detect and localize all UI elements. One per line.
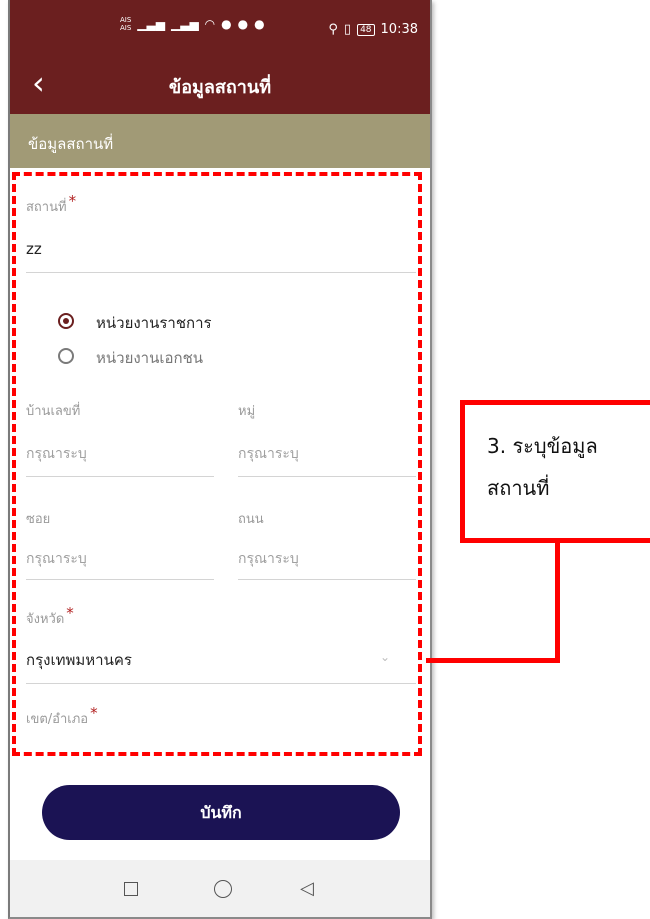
battery-icon: 48 bbox=[357, 23, 375, 36]
carrier-labels: AIS AIS bbox=[120, 16, 131, 32]
clock: 10:38 bbox=[380, 22, 418, 37]
android-nav-bar: ◁ bbox=[10, 860, 430, 917]
signal-2-icon: ▁▃▅ bbox=[170, 17, 199, 31]
message-icon: ● bbox=[254, 17, 265, 31]
highlight-frame bbox=[12, 172, 422, 756]
status-left: AIS AIS ▁▃▅ ▁▃▅ ◠ ● ● ● bbox=[120, 16, 265, 32]
callout-connector-vertical bbox=[555, 543, 560, 663]
section-header: ข้อมูลสถานที่ bbox=[10, 114, 430, 168]
line-icon: ● bbox=[221, 17, 232, 31]
recent-apps-icon[interactable] bbox=[124, 882, 138, 896]
status-right: ⚲ ▯ 48 10:38 bbox=[328, 22, 418, 37]
annotation-line-2: สถานที่ bbox=[487, 476, 550, 500]
wifi-icon: ◠ bbox=[204, 17, 216, 31]
signal-icon: ▁▃▅ bbox=[137, 17, 165, 31]
chat-icon: ● bbox=[237, 17, 249, 31]
vibrate-icon: ▯ bbox=[343, 22, 352, 37]
location-icon: ⚲ bbox=[328, 22, 338, 37]
home-icon[interactable] bbox=[214, 880, 232, 898]
page-title: ข้อมูลสถานที่ bbox=[168, 77, 272, 98]
carrier-2: AIS bbox=[120, 24, 132, 32]
section-title: ข้อมูลสถานที่ bbox=[28, 135, 114, 153]
carrier-1: AIS bbox=[120, 16, 132, 24]
annotation-callout: 3. ระบุข้อมูล สถานที่ bbox=[460, 400, 650, 543]
nav-back-icon[interactable]: ◁ bbox=[300, 878, 314, 899]
callout-connector-horizontal bbox=[426, 658, 560, 663]
save-button[interactable]: บันทึก bbox=[42, 785, 400, 840]
status-bar: AIS AIS ▁▃▅ ▁▃▅ ◠ ● ● ● ⚲ ▯ 48 10:38 bbox=[10, 0, 430, 52]
app-bar: ‹ ข้อมูลสถานที่ bbox=[10, 52, 430, 114]
annotation-line-1: 3. ระบุข้อมูล bbox=[487, 434, 598, 458]
